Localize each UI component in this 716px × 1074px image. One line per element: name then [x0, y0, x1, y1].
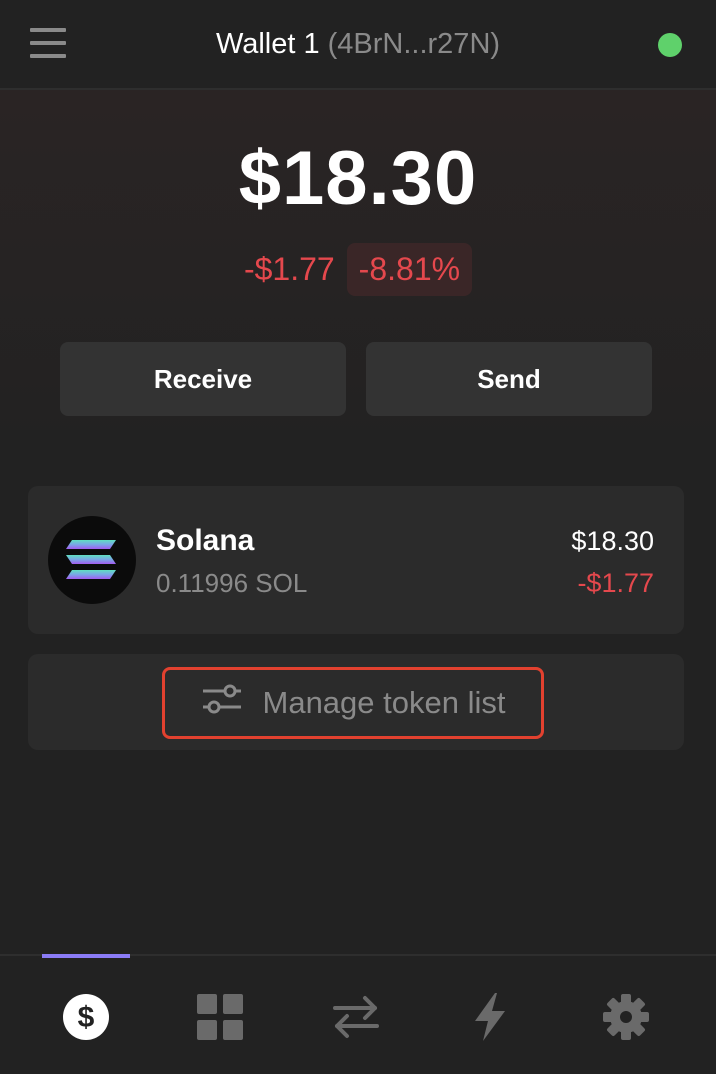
token-amount: 0.11996 SOL: [156, 568, 308, 598]
lightning-icon: [475, 993, 505, 1041]
sliders-icon: [201, 682, 243, 724]
nav-settings-tab[interactable]: [601, 992, 651, 1042]
wallet-selector[interactable]: Wallet 1 (4BrN...r27N): [0, 24, 716, 64]
token-change: -$1.77: [577, 568, 654, 598]
swap-arrows-icon: [333, 996, 379, 1038]
active-tab-indicator: [42, 954, 130, 958]
balance-change-amount: -$1.77: [243, 250, 335, 287]
nav-swap-tab[interactable]: [331, 992, 381, 1042]
connection-status-dot[interactable]: [658, 33, 682, 57]
nav-activity-tab[interactable]: [465, 992, 515, 1042]
nav-balance-tab[interactable]: $: [61, 992, 111, 1042]
manage-token-list-label: Manage token list: [262, 685, 506, 720]
token-row-solana[interactable]: Solana 0.11996 SOL $18.30 -$1.77: [28, 486, 684, 634]
send-button[interactable]: Send: [366, 342, 652, 416]
bottom-nav: $: [0, 954, 716, 1074]
token-name: Solana: [156, 524, 255, 557]
grid-icon: [197, 994, 243, 1040]
wallet-name: Wallet 1: [215, 28, 320, 60]
manage-token-list-button[interactable]: Manage token list: [162, 667, 544, 739]
wallet-address: (4BrN...r27N): [327, 28, 501, 60]
receive-button[interactable]: Receive: [60, 342, 346, 416]
manage-token-card: Manage token list: [28, 654, 684, 750]
total-balance: $18.30: [238, 136, 478, 221]
solana-logo-icon: [48, 516, 136, 604]
dollar-icon: $: [63, 994, 109, 1040]
gear-icon: [603, 994, 649, 1040]
balance-change: -$1.77 -8.81%: [0, 240, 716, 298]
top-bar: Wallet 1 (4BrN...r27N): [0, 0, 716, 90]
nav-collectibles-tab[interactable]: [195, 992, 245, 1042]
balance-change-percent: -8.81%: [346, 242, 473, 296]
token-value: $18.30: [571, 526, 654, 556]
svg-text:$: $: [78, 1001, 95, 1034]
